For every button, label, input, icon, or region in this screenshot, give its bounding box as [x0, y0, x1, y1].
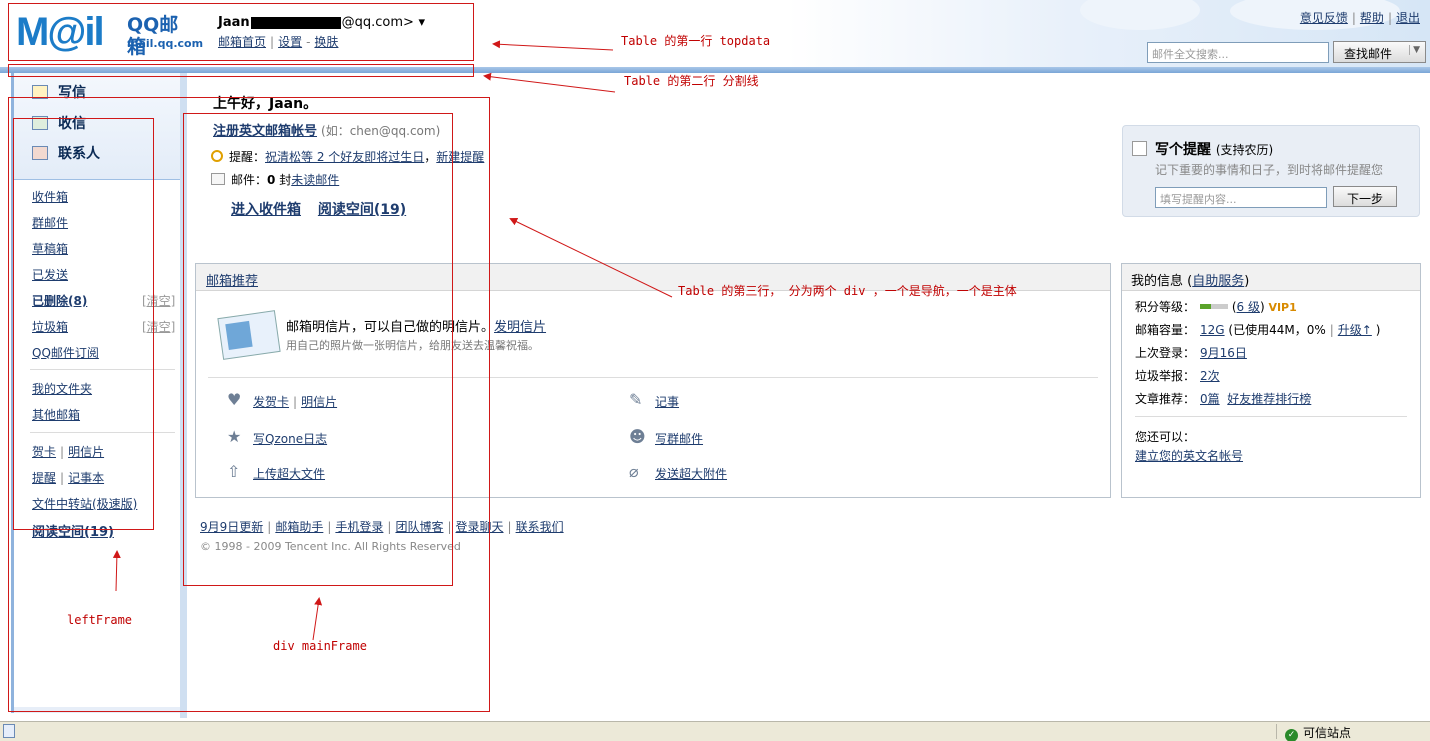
- feature-group-mail: ☻ 写群邮件: [629, 428, 703, 447]
- feedback-link[interactable]: 意见反馈: [1300, 11, 1348, 25]
- send-large-attachment-link[interactable]: 发送超大附件: [655, 467, 727, 481]
- info-spam-row: 垃圾举报： 2次: [1135, 369, 1220, 383]
- arrow-divider: [483, 72, 616, 93]
- info-last-login-row: 上次登录： 9月16日: [1135, 346, 1247, 360]
- level-bar: [1200, 304, 1228, 309]
- annotation-box-leftframe: [13, 118, 154, 530]
- note-icon: ✎: [629, 390, 643, 409]
- self-service-link[interactable]: 自助服务: [1192, 274, 1244, 289]
- top-right-links: 意见反馈 | 帮助 | 退出: [1299, 11, 1420, 25]
- help-link[interactable]: 帮助: [1360, 11, 1384, 25]
- info-level-row: 积分等级： (6 级) VIP1: [1135, 300, 1297, 314]
- reminder-input[interactable]: 填写提醒内容...: [1155, 187, 1327, 208]
- capacity-link[interactable]: 12G: [1200, 323, 1225, 337]
- footer-contact-link[interactable]: 联系我们: [516, 520, 564, 534]
- logout-link[interactable]: 退出: [1396, 11, 1420, 25]
- annotation-box-mainframe: [183, 113, 453, 586]
- annotation-mainframe: div mainFrame: [273, 639, 367, 653]
- annotation-leftframe: leftFrame: [67, 613, 133, 627]
- page-icon: [3, 724, 15, 738]
- write-group-mail-link[interactable]: 写群邮件: [655, 432, 703, 446]
- check-icon: ✓: [1285, 729, 1298, 741]
- annotation-row2: Table 的第二行 分割线: [624, 74, 759, 88]
- vip-badge[interactable]: VIP1: [1268, 301, 1296, 314]
- level-link[interactable]: 6 级: [1237, 300, 1260, 314]
- annotation-row1: Table 的第一行 topdata: [621, 34, 771, 48]
- cloud-decoration: [1080, 0, 1200, 30]
- article-count-link[interactable]: 0篇: [1200, 392, 1220, 406]
- friend-rank-link[interactable]: 好友推荐排行榜: [1227, 392, 1311, 406]
- annotation-row3: Table 的第三行， 分为两个 div ，一个是导航，一个是主体: [678, 284, 1017, 298]
- reminder-box: 写个提醒 (支持农历) 记下重要的事情和日子，到时将邮件提醒您 填写提醒内容..…: [1122, 125, 1420, 217]
- create-english-account-link[interactable]: 建立您的英文名帐号: [1135, 447, 1243, 464]
- search-button-label: 查找邮件: [1344, 47, 1393, 61]
- trusted-site-indicator[interactable]: ✓ 可信站点: [1285, 724, 1351, 741]
- info-divider: [1135, 416, 1407, 417]
- send-postcard-link[interactable]: 发明信片: [494, 320, 546, 335]
- info-capacity-row: 邮箱容量： 12G (已使用44M，0% | 升级↑ ): [1135, 323, 1381, 337]
- search-button[interactable]: 查找邮件 ▼: [1333, 41, 1426, 63]
- annotation-box-topdata: [8, 3, 474, 61]
- note-link[interactable]: 记事: [655, 395, 679, 409]
- reminder-box-desc: 记下重要的事情和日子，到时将邮件提醒您: [1155, 163, 1384, 177]
- feature-attachment: ⌀ 发送超大附件: [629, 463, 727, 482]
- my-info-panel: 我的信息 (自助服务) 积分等级： (6 级) VIP1 邮箱容量： 12G (已…: [1121, 263, 1421, 498]
- info-article-row: 文章推荐： 0篇 好友推荐排行榜: [1135, 392, 1312, 406]
- annotation-box-divider: [8, 64, 474, 77]
- search-input[interactable]: 邮件全文搜索...: [1147, 42, 1329, 63]
- page: M@il QQ邮箱 mail.qq.com Jaan @qq.com> ▾ 邮箱首…: [0, 0, 1430, 741]
- search-dropdown-icon[interactable]: ▼: [1409, 45, 1420, 55]
- upgrade-link[interactable]: 升级↑: [1338, 323, 1372, 337]
- next-step-button[interactable]: 下一步: [1333, 186, 1397, 207]
- reminder-box-title: 写个提醒 (支持农历): [1155, 142, 1274, 158]
- info-also-label: 您还可以：: [1135, 430, 1196, 444]
- browser-status-bar: ✓ 可信站点: [0, 721, 1430, 741]
- paperclip-icon: ⌀: [629, 462, 639, 481]
- group-icon: ☻: [629, 427, 646, 446]
- last-login-link[interactable]: 9月16日: [1200, 346, 1247, 360]
- spam-report-link[interactable]: 2次: [1200, 369, 1220, 383]
- calendar-icon: [1132, 141, 1147, 156]
- feature-note: ✎ 记事: [629, 391, 679, 410]
- my-info-header: 我的信息 (自助服务): [1122, 264, 1420, 291]
